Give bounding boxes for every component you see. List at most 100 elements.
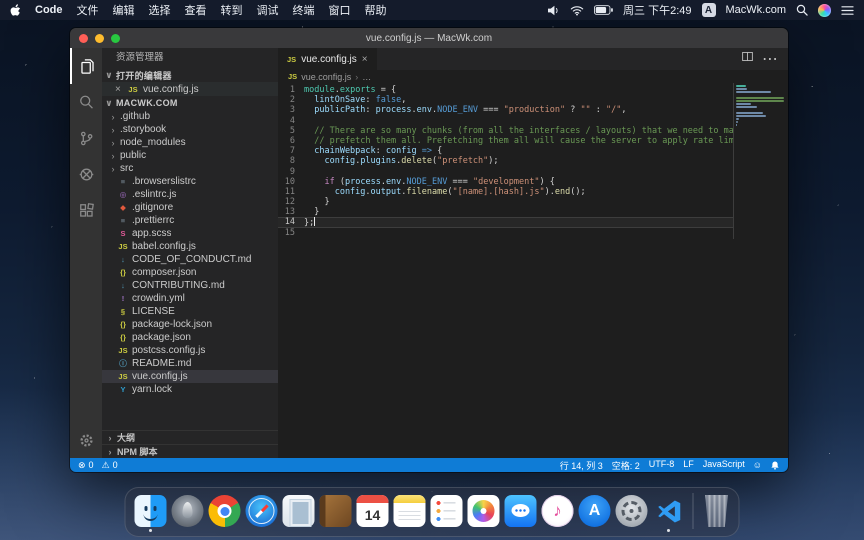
- menubar-menu-1[interactable]: 文件: [77, 2, 99, 18]
- dock-safari-icon[interactable]: [246, 495, 278, 527]
- status-item-5[interactable]: JavaScript: [703, 459, 745, 472]
- folder-.storybook[interactable]: ›.storybook: [102, 123, 278, 136]
- menubar-menu-5[interactable]: 转到: [221, 2, 243, 18]
- siri-icon[interactable]: [818, 4, 831, 17]
- wifi-icon[interactable]: [570, 5, 584, 16]
- file-app.scss[interactable]: Sapp.scss: [102, 227, 278, 240]
- file-crowdin.yml[interactable]: !crowdin.yml: [102, 292, 278, 305]
- settings-gear-icon[interactable]: [70, 422, 102, 458]
- menubar-menu-4[interactable]: 查看: [185, 2, 207, 18]
- dock-notes-icon[interactable]: [394, 495, 426, 527]
- dock-vscode-icon[interactable]: [653, 495, 685, 527]
- window-title: vue.config.js — MacWk.com: [366, 33, 492, 44]
- breadcrumb-symbol[interactable]: …: [362, 72, 371, 82]
- menubar-menu-2[interactable]: 编辑: [113, 2, 135, 18]
- eslint-file-icon: ◎: [117, 190, 129, 199]
- problems-warnings[interactable]: ⚠ 0: [102, 460, 118, 471]
- more-actions-icon[interactable]: ⋯: [762, 49, 778, 69]
- menubar-clock[interactable]: 周三 下午2:49: [623, 2, 691, 18]
- file-vue.config.js[interactable]: JSvue.config.js: [102, 370, 278, 383]
- menubar-app-name[interactable]: Code: [35, 4, 63, 16]
- input-method-icon[interactable]: A: [702, 3, 716, 17]
- js-file-icon: JS: [117, 242, 129, 251]
- dock-messages-icon[interactable]: [505, 495, 537, 527]
- menubar-menu-3[interactable]: 选择: [149, 2, 171, 18]
- close-icon[interactable]: ×: [115, 84, 123, 95]
- problems-errors[interactable]: ⊗ 0: [78, 460, 94, 471]
- notifications-bell-icon[interactable]: [770, 460, 780, 471]
- npm-scripts-section[interactable]: › NPM 脚本: [102, 444, 278, 458]
- file-.prettierrc[interactable]: ≡.prettierrc: [102, 214, 278, 227]
- dock-appstore-icon[interactable]: A: [579, 495, 611, 527]
- project-section-header[interactable]: ∨ MACWK.COM: [102, 96, 278, 110]
- menubar-menu-8[interactable]: 窗口: [329, 2, 351, 18]
- extensions-icon[interactable]: [70, 192, 102, 228]
- menubar-menu-6[interactable]: 调试: [257, 2, 279, 18]
- dock-trash-icon[interactable]: [702, 495, 730, 527]
- folder-nodemodules[interactable]: ›node_modules: [102, 136, 278, 149]
- minimap[interactable]: [736, 85, 786, 130]
- explorer-icon[interactable]: [70, 48, 102, 84]
- folder-src[interactable]: ›src: [102, 162, 278, 175]
- dock-itunes-icon[interactable]: ♪: [542, 495, 574, 527]
- notification-center-icon[interactable]: [841, 5, 854, 16]
- battery-icon[interactable]: [594, 5, 613, 15]
- folder-public[interactable]: ›public: [102, 149, 278, 162]
- dock-sysprefs-icon[interactable]: [616, 495, 648, 527]
- file-README.md[interactable]: ⓘREADME.md: [102, 357, 278, 370]
- file-package.json[interactable]: {}package.json: [102, 331, 278, 344]
- search-icon[interactable]: [70, 84, 102, 120]
- editor-group: JS vue.config.js × ⋯ JS vue.config.js ›: [278, 48, 788, 458]
- tab-vue-config[interactable]: JS vue.config.js ×: [278, 48, 377, 70]
- open-editors-header[interactable]: ∨ 打开的编辑器: [102, 68, 278, 82]
- folder-.github[interactable]: ›.github: [102, 110, 278, 123]
- explorer-sidebar: 资源管理器 ∨ 打开的编辑器 × JS vue.config.js ∨ MACW…: [102, 48, 278, 458]
- zoom-window-button[interactable]: [111, 34, 120, 43]
- file-.eslintrc.js[interactable]: ◎.eslintrc.js: [102, 188, 278, 201]
- status-item-2[interactable]: 空格: 2: [612, 459, 640, 472]
- menubar-user[interactable]: MacWk.com: [726, 4, 787, 16]
- status-item-1[interactable]: 行 14, 列 3: [560, 459, 603, 472]
- code-editor[interactable]: 1module.exports = {2 lintOnSave: false,3…: [278, 83, 788, 458]
- file-composer.json[interactable]: {}composer.json: [102, 266, 278, 279]
- chevron-right-icon: ›: [109, 164, 117, 174]
- debug-icon[interactable]: [70, 156, 102, 192]
- menubar-menu-7[interactable]: 终端: [293, 2, 315, 18]
- dock-reminders-icon[interactable]: [431, 495, 463, 527]
- volume-icon[interactable]: [547, 5, 560, 16]
- source-control-icon[interactable]: [70, 120, 102, 156]
- file-CODEOFCONDUCT.md[interactable]: ↓CODE_OF_CONDUCT.md: [102, 253, 278, 266]
- dock-mail-icon[interactable]: [283, 495, 315, 527]
- file-LICENSE[interactable]: §LICENSE: [102, 305, 278, 318]
- window-titlebar[interactable]: vue.config.js — MacWk.com: [70, 28, 788, 48]
- file-package-lock.json[interactable]: {}package-lock.json: [102, 318, 278, 331]
- file-CONTRIBUTING.md[interactable]: ↓CONTRIBUTING.md: [102, 279, 278, 292]
- close-tab-icon[interactable]: ×: [362, 54, 368, 65]
- split-editor-icon[interactable]: [741, 50, 754, 68]
- js-file-icon: JS: [288, 72, 297, 81]
- outline-section[interactable]: › 大纲: [102, 430, 278, 444]
- dock-calendar-icon[interactable]: 14: [357, 495, 389, 527]
- file-babel.config.js[interactable]: JSbabel.config.js: [102, 240, 278, 253]
- status-item-4[interactable]: LF: [683, 459, 694, 472]
- breadcrumb-file[interactable]: vue.config.js: [301, 72, 351, 82]
- code-line-14: 14};: [278, 217, 734, 227]
- file-postcss.config.js[interactable]: JSpostcss.config.js: [102, 344, 278, 357]
- menubar-menu-9[interactable]: 帮助: [365, 2, 387, 18]
- dock-chrome-icon[interactable]: [209, 495, 241, 527]
- spotlight-search-icon[interactable]: [796, 4, 808, 16]
- dock-finder-icon[interactable]: [135, 495, 167, 527]
- feedback-smiley-icon[interactable]: ☺: [753, 460, 762, 470]
- dock-contacts-icon[interactable]: [320, 495, 352, 527]
- minimize-window-button[interactable]: [95, 34, 104, 43]
- file-.browserslistrc[interactable]: ≡.browserslistrc: [102, 175, 278, 188]
- file-yarn.lock[interactable]: Yyarn.lock: [102, 383, 278, 396]
- close-window-button[interactable]: [79, 34, 88, 43]
- open-editor-item[interactable]: × JS vue.config.js: [102, 82, 278, 96]
- status-item-3[interactable]: UTF-8: [649, 459, 675, 472]
- dock-launchpad-icon[interactable]: [172, 495, 204, 527]
- breadcrumb[interactable]: JS vue.config.js › …: [278, 70, 788, 83]
- file-.gitignore[interactable]: ◆.gitignore: [102, 201, 278, 214]
- dock-photos-icon[interactable]: [468, 495, 500, 527]
- apple-icon[interactable]: [10, 4, 21, 17]
